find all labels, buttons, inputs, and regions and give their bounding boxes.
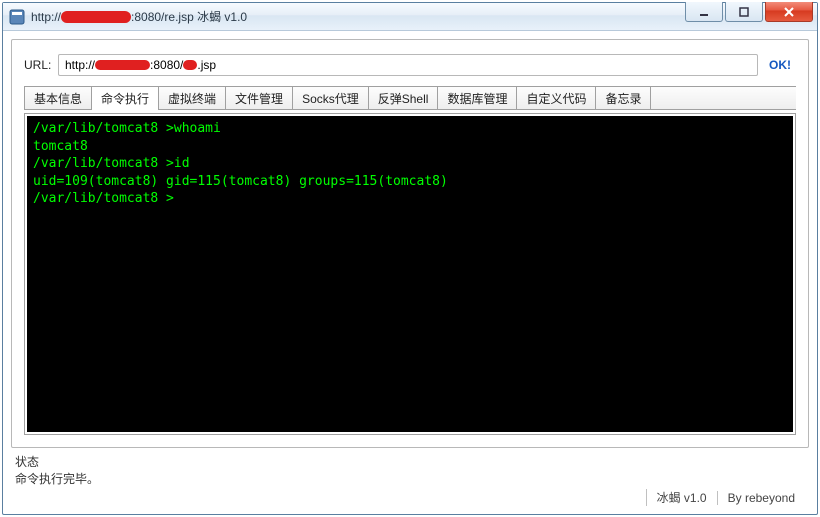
status-left: 状态 命令执行完毕。 — [15, 453, 805, 487]
tab-file-manage[interactable]: 文件管理 — [226, 87, 293, 109]
url-redaction-2 — [183, 60, 197, 70]
status-top: 状态 命令执行完毕。 — [15, 453, 805, 487]
terminal-container: /var/lib/tomcat8 >whoami tomcat8 /var/li… — [24, 113, 796, 435]
status-right: 冰蝎 v1.0 By rebeyond — [15, 489, 805, 506]
application-window: http:// :8080/re.jsp 冰蝎 v1.0 URL: http://… — [2, 2, 818, 515]
tab-memo[interactable]: 备忘录 — [596, 87, 651, 109]
title-prefix: http:// — [31, 10, 61, 24]
title-redaction — [61, 11, 131, 23]
close-button[interactable] — [765, 2, 813, 22]
window-controls — [683, 3, 817, 30]
url-value-suffix: .jsp — [197, 58, 216, 72]
window-title: http:// :8080/re.jsp 冰蝎 v1.0 — [31, 8, 683, 25]
url-redaction-1 — [95, 60, 150, 70]
tabs: 基本信息 命令执行 虚拟终端 文件管理 Socks代理 反弹Shell 数据库管… — [24, 86, 796, 110]
url-value-mid: :8080/ — [150, 58, 183, 72]
status-message: 命令执行完毕。 — [15, 470, 805, 487]
tabs-spacer — [651, 87, 796, 109]
status-version: 冰蝎 v1.0 — [646, 489, 717, 506]
status-label: 状态 — [15, 453, 805, 470]
minimize-button[interactable] — [685, 2, 723, 22]
tab-custom-code[interactable]: 自定义代码 — [517, 87, 596, 109]
url-input[interactable]: http:// :8080/ .jsp — [58, 54, 758, 76]
ok-button[interactable]: OK! — [758, 58, 796, 72]
url-row: URL: http:// :8080/ .jsp OK! — [24, 54, 796, 76]
tab-command-exec[interactable]: 命令执行 — [92, 87, 159, 109]
status-bar: 状态 命令执行完毕。 冰蝎 v1.0 By rebeyond — [11, 448, 809, 514]
tab-db-manage[interactable]: 数据库管理 — [438, 87, 517, 109]
tab-socks-proxy[interactable]: Socks代理 — [293, 87, 369, 109]
main-panel: URL: http:// :8080/ .jsp OK! 基本信息 命令执行 虚拟终… — [11, 39, 809, 448]
maximize-button[interactable] — [725, 2, 763, 22]
content-area: URL: http:// :8080/ .jsp OK! 基本信息 命令执行 虚拟终… — [3, 31, 817, 514]
tab-basic-info[interactable]: 基本信息 — [24, 87, 92, 109]
url-value-prefix: http:// — [65, 58, 95, 72]
terminal[interactable]: /var/lib/tomcat8 >whoami tomcat8 /var/li… — [27, 116, 793, 432]
url-label: URL: — [24, 58, 58, 72]
tab-virtual-terminal[interactable]: 虚拟终端 — [159, 87, 226, 109]
titlebar: http:// :8080/re.jsp 冰蝎 v1.0 — [3, 3, 817, 31]
title-suffix: :8080/re.jsp 冰蝎 v1.0 — [131, 10, 247, 24]
tab-reverse-shell[interactable]: 反弹Shell — [369, 87, 439, 109]
app-icon — [9, 9, 25, 25]
status-author: By rebeyond — [717, 491, 805, 505]
